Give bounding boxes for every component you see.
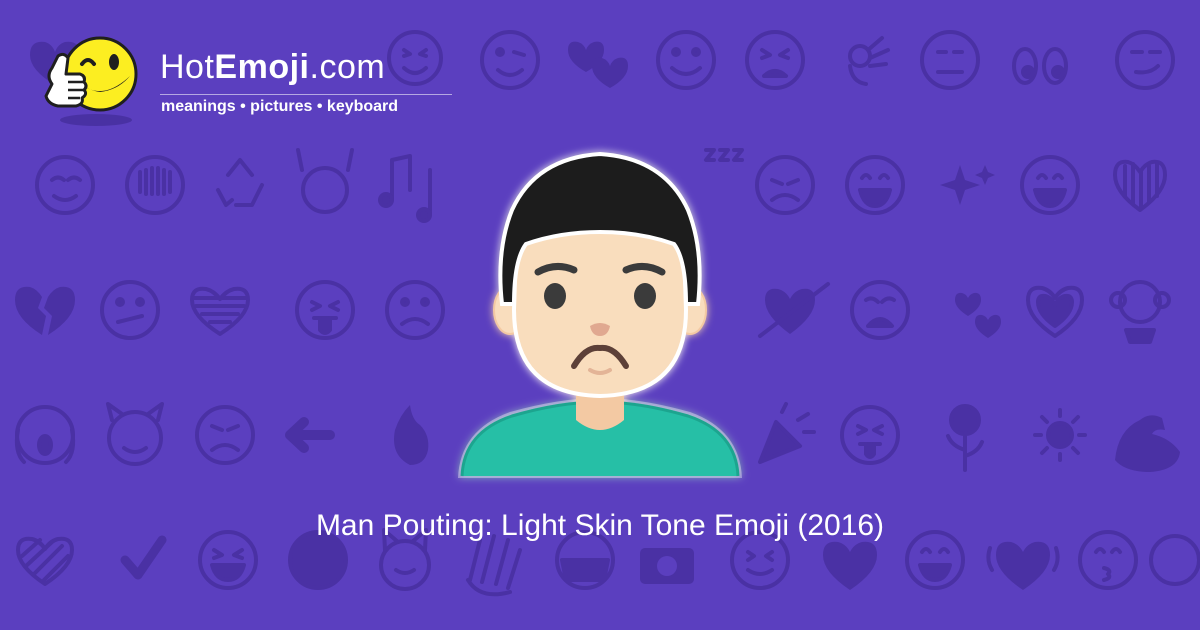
camera-icon [640,548,694,584]
sad-face-icon [755,155,815,215]
striped-heart-icon [1113,159,1167,212]
sparkles-icon [940,165,995,205]
muscle-icon [1115,415,1180,472]
grin-face-icon [845,155,905,215]
heart-arrow-icon [758,282,830,338]
emoji-caption: Man Pouting: Light Skin Tone Emoji (2016… [315,509,885,542]
heart-icon [823,541,877,590]
sun-icon [1033,408,1087,462]
wink-face-icon [480,30,540,90]
two-hearts-icon [568,41,628,88]
fire-icon [394,405,429,465]
broken-heart-icon [15,286,75,335]
share-card: HotEmoji.com meanings • pictures • keybo… [0,0,1200,630]
hands-raised-icon [296,148,354,214]
ok-hand-icon [848,36,890,86]
site-logo[interactable]: HotEmoji.com meanings • pictures • keybo… [38,32,468,132]
logo-wordmark: HotEmoji.com [160,48,385,87]
smile-face-icon [1149,534,1200,586]
frown-face-icon [385,280,445,340]
heart-icon [986,541,1060,590]
recycle-icon [216,158,264,207]
smirk-face-icon [1115,30,1175,90]
logo-wordmark-strong: Emoji [214,48,310,86]
music-notes-icon [378,154,432,223]
striped-heart-icon [16,536,74,586]
tongue-face-icon [295,280,355,340]
striped-heart-icon [190,286,250,336]
left-arrow-icon [285,417,335,453]
devil-face-icon [106,402,164,466]
neutral-face-icon [920,30,980,90]
eyes-icon [1012,47,1068,85]
man-pouting-light-skin-tone-icon [458,151,742,478]
angry-face-icon [195,405,255,465]
monkey-icon [1109,280,1171,344]
logo-tagline: meanings • pictures • keyboard [161,98,399,115]
party-popper-icon [758,402,816,464]
smile-face-icon [656,30,716,90]
thumbs-up-mascot-icon [44,36,138,126]
tongue-face-icon [840,405,900,465]
scream-face-icon [14,405,76,465]
waving-hand-icon [466,534,522,597]
relieved-face-icon [35,155,95,215]
heart-icon [1026,285,1084,338]
logo-wordmark-suffix: .com [309,48,386,86]
weary-face-icon [850,280,910,340]
check-mark-icon [120,535,167,580]
confused-face-icon [100,280,160,340]
rose-icon [946,404,984,472]
revolving-hearts-icon [955,292,1001,338]
face-icon [125,155,185,215]
logo-divider [160,94,452,95]
logo-wordmark-prefix: Hot [160,48,215,86]
grin-face-icon [1020,155,1080,215]
tired-face-icon [745,30,805,90]
